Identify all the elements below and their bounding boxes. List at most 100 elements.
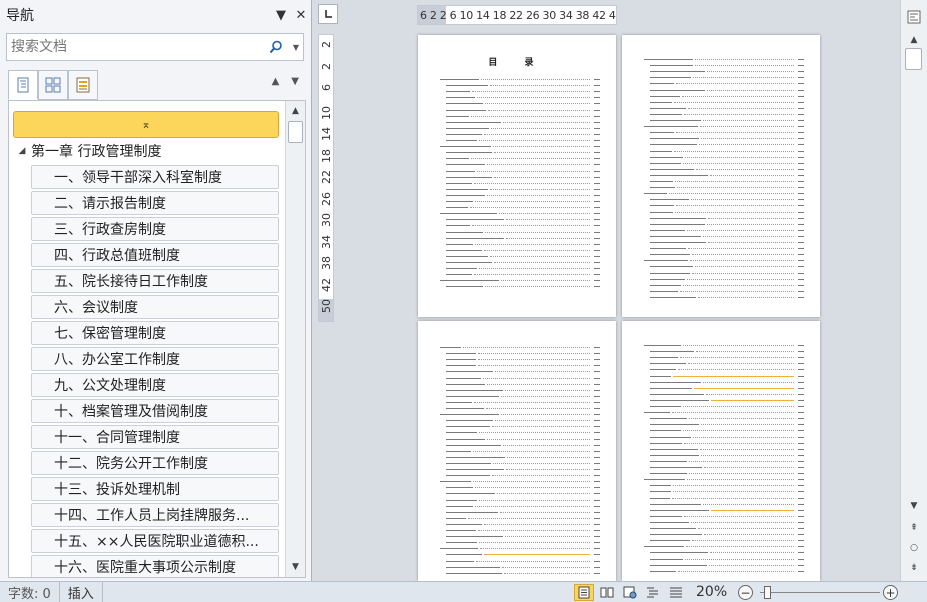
- horizontal-ruler-numbers: 6 2 2 6 10 14 18 22 26 30 34 38 42 48: [420, 8, 617, 22]
- zoom-out-button[interactable]: −: [738, 585, 753, 600]
- toc-entry-page-number: [798, 162, 804, 164]
- scroll-up-icon[interactable]: ▲: [287, 102, 304, 120]
- toc-entry-leader: [688, 248, 794, 250]
- previous-heading-icon[interactable]: ▲: [272, 76, 280, 87]
- search-icon[interactable]: [263, 35, 289, 59]
- toc-entry-leader: [471, 115, 590, 117]
- document-scrollbar[interactable]: ▲ ▼ ⇞ ○ ⇟: [900, 0, 927, 581]
- toc-entry-leader: [495, 420, 590, 422]
- heading-item[interactable]: 二、请示报告制度: [31, 191, 279, 215]
- expand-triangle-icon[interactable]: ◢: [13, 146, 31, 156]
- heading-chapter-1[interactable]: ◢ 第一章 行政管理制度: [13, 139, 279, 163]
- horizontal-ruler[interactable]: 6 2 2 6 10 14 18 22 26 30 34 38 42 48: [417, 5, 617, 25]
- toc-entry-leader: [474, 401, 590, 403]
- toc-entry-text: [650, 351, 694, 353]
- toc-entry-page-number: [594, 347, 600, 348]
- web-layout-view-button[interactable]: [620, 584, 640, 601]
- nav-scroll-thumb[interactable]: [288, 121, 303, 143]
- tab-headings-browse[interactable]: [8, 70, 38, 100]
- heading-item[interactable]: 六、会议制度: [31, 295, 279, 319]
- document-scroll-thumb[interactable]: [905, 48, 922, 70]
- toc-entry-text: [446, 91, 470, 93]
- tab-results-browse[interactable]: [68, 70, 98, 100]
- nav-scrollbar[interactable]: ▲ ▼: [285, 101, 305, 577]
- heading-item[interactable]: 十三、投诉处理机制: [31, 477, 279, 501]
- toc-entry-page-number: [594, 420, 600, 422]
- toc-entry-text: [650, 570, 676, 572]
- toc-entry-page-number: [798, 199, 804, 201]
- previous-page-icon[interactable]: ⇞: [905, 520, 923, 536]
- toc-entry-text: [650, 223, 705, 225]
- document-page[interactable]: [622, 35, 820, 317]
- toc-entry-text: [446, 371, 493, 373]
- toc-entry-leader: [506, 469, 590, 470]
- heading-item[interactable]: 十一、合同管理制度: [31, 425, 279, 449]
- toc-entry-text: [446, 231, 483, 233]
- toc-entry-leader: [688, 363, 794, 365]
- toc-entry-page-number: [594, 456, 600, 458]
- vertical-ruler[interactable]: 2 2 6 10 14 18 22 26 30 34 38 42 50: [318, 34, 334, 322]
- nav-title: 导航: [6, 8, 34, 24]
- nav-close-icon[interactable]: ✕: [291, 5, 311, 25]
- toc-entry-text: [446, 127, 489, 129]
- heading-item[interactable]: 四、行政总值班制度: [31, 243, 279, 267]
- toc-entry-leader: [686, 546, 794, 548]
- toc-entry-text: [446, 194, 485, 196]
- toc-entry-leader: [492, 475, 590, 477]
- zoom-in-button[interactable]: +: [883, 585, 898, 600]
- nav-options-dropdown-icon[interactable]: ▼: [271, 5, 291, 25]
- search-dropdown-icon[interactable]: ▼: [289, 35, 303, 59]
- toc-entry-leader: [710, 552, 794, 554]
- next-page-icon[interactable]: ⇟: [905, 560, 923, 576]
- toc-entry-text: [650, 107, 686, 109]
- search-input[interactable]: [7, 35, 263, 59]
- toc-entry-page-number: [798, 272, 804, 274]
- toc-entry-page-number: [798, 278, 804, 280]
- document-page[interactable]: 目 录: [418, 35, 616, 317]
- select-browse-object-icon[interactable]: ○: [905, 540, 923, 556]
- toc-entry-leader: [701, 424, 794, 426]
- next-heading-icon[interactable]: ▼: [291, 76, 299, 87]
- print-layout-view-button[interactable]: [574, 584, 594, 601]
- status-bar: 字数: 0 插入 20% − +: [0, 581, 927, 602]
- toc-entry-page-number: [594, 389, 600, 391]
- zoom-slider-thumb[interactable]: [763, 586, 771, 599]
- scroll-down-icon[interactable]: ▼: [905, 498, 923, 514]
- heading-item[interactable]: 十六、医院重大事项公示制度: [31, 555, 279, 577]
- document-page[interactable]: [622, 321, 820, 581]
- document-page[interactable]: [418, 321, 616, 581]
- word-count[interactable]: 字数: 0: [0, 582, 60, 602]
- heading-item[interactable]: 八、办公室工作制度: [31, 347, 279, 371]
- collapse-all-button[interactable]: ⌅: [13, 111, 279, 138]
- outline-view-button[interactable]: [643, 584, 663, 601]
- toc-entry-text: [446, 237, 504, 239]
- toc-entry-leader: [672, 412, 794, 414]
- toc-entry-page-number: [594, 408, 600, 409]
- ruler-toggle-icon[interactable]: [905, 6, 923, 28]
- heading-item[interactable]: 一、领导干部深入科室制度: [31, 165, 279, 189]
- heading-item[interactable]: 七、保密管理制度: [31, 321, 279, 345]
- toc-entry-text: [440, 79, 479, 80]
- zoom-level-button[interactable]: 20%: [696, 584, 727, 600]
- heading-item[interactable]: 三、行政查房制度: [31, 217, 279, 241]
- full-screen-reading-button[interactable]: [597, 584, 617, 601]
- heading-item[interactable]: 十四、工作人员上岗挂牌服务...: [31, 503, 279, 527]
- zoom-slider-track[interactable]: [760, 592, 880, 593]
- toc-entry-text: [650, 467, 702, 468]
- tab-selector-button[interactable]: [318, 4, 338, 24]
- tab-pages-browse[interactable]: [38, 70, 68, 100]
- heading-item[interactable]: 十五、××人民医院职业道德积...: [31, 529, 279, 553]
- heading-item[interactable]: 九、公文处理制度: [31, 373, 279, 397]
- heading-item[interactable]: 五、院长接待日工作制度: [31, 269, 279, 293]
- scroll-up-icon[interactable]: ▲: [905, 32, 923, 48]
- scroll-down-icon[interactable]: ▼: [287, 558, 304, 576]
- toc-entry-text: [650, 369, 676, 371]
- toc-entry-leader: [480, 548, 590, 550]
- toc-entry-page-number: [798, 217, 804, 219]
- heading-item[interactable]: 十二、院务公开工作制度: [31, 451, 279, 475]
- heading-item[interactable]: 十、档案管理及借阅制度: [31, 399, 279, 423]
- toc-entry-page-number: [798, 59, 804, 60]
- insert-mode-indicator[interactable]: 插入: [60, 582, 103, 602]
- toc-entry-leader: [501, 280, 590, 282]
- draft-view-button[interactable]: [666, 584, 686, 601]
